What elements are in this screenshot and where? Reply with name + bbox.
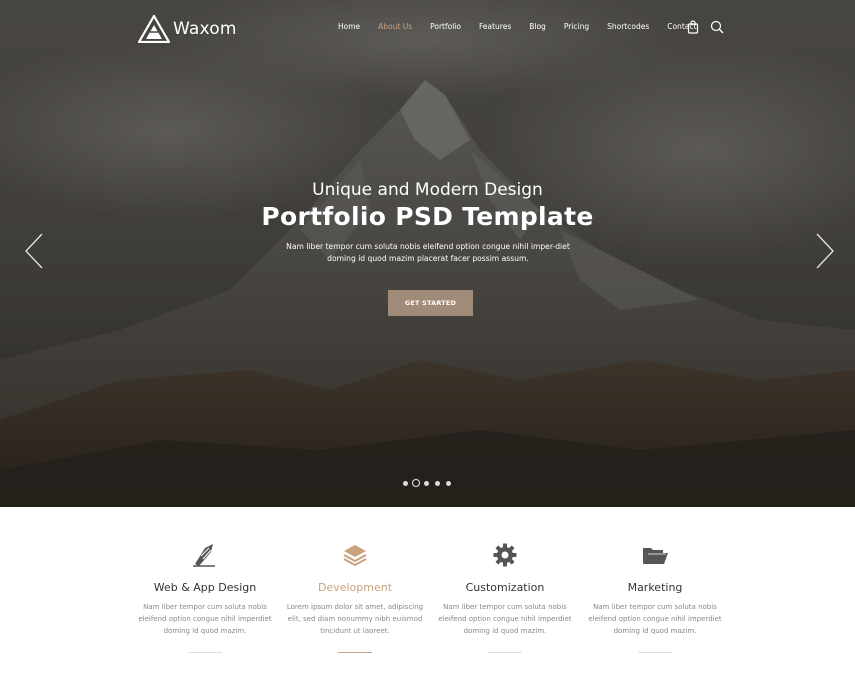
slider-dot-5[interactable]	[446, 480, 451, 486]
nav-home[interactable]: Home	[338, 22, 360, 31]
service-title: Web & App Design	[153, 581, 257, 594]
slide-description: Nam liber tempor cum soluta nobis eleife…	[286, 242, 570, 263]
service-marketing[interactable]: Marketing Nam liber tempor cum soluta no…	[580, 540, 730, 658]
main-nav: Home About Us Portfolio Features Blog Pr…	[338, 22, 714, 31]
service-divider	[638, 652, 672, 653]
nav-shortcodes[interactable]: Shortcodes	[607, 22, 649, 31]
get-started-button[interactable]: GET STARTED	[388, 290, 473, 316]
folder-icon	[643, 548, 668, 564]
service-title: Customization	[465, 581, 545, 594]
nav-about-us[interactable]: About Us	[378, 22, 412, 31]
cart-icon[interactable]	[686, 20, 700, 34]
nav-blog[interactable]: Blog	[529, 22, 546, 31]
slider-dot-3[interactable]	[424, 480, 429, 486]
logo-text: Waxom	[173, 19, 237, 39]
service-divider	[338, 652, 372, 653]
slider-pagination	[403, 479, 457, 487]
gear-icon	[493, 543, 517, 567]
logo-triangle-icon	[138, 15, 170, 43]
service-divider	[188, 652, 222, 653]
service-title: Marketing	[627, 581, 683, 594]
service-title: Development	[317, 581, 393, 594]
nav-pricing[interactable]: Pricing	[564, 22, 589, 31]
slide-subtitle: Unique and Modern Design	[312, 180, 543, 200]
nav-portfolio[interactable]: Portfolio	[430, 22, 461, 31]
slide-title: Portfolio PSD Template	[261, 202, 594, 231]
next-slide-arrow-icon[interactable]	[815, 232, 835, 270]
top-header: Waxom Home About Us Portfolio Features B…	[0, 0, 855, 58]
slider-dot-2[interactable]	[412, 479, 420, 487]
service-text: Nam liber tempor cum soluta nobis eleife…	[588, 603, 722, 635]
layers-icon	[343, 545, 367, 567]
services-section: Web & App Design Nam liber tempor cum so…	[130, 540, 730, 658]
service-text: Lorem ipsum dolor sit amet, adipiscing e…	[286, 603, 424, 635]
search-icon[interactable]	[710, 20, 724, 34]
service-text: Nam liber tempor cum soluta nobis eleife…	[438, 603, 572, 635]
slider-dot-1[interactable]	[403, 480, 408, 486]
service-development[interactable]: Development Lorem ipsum dolor sit amet, …	[280, 540, 430, 658]
service-web-app-design[interactable]: Web & App Design Nam liber tempor cum so…	[130, 540, 280, 658]
hero-slider: Waxom Home About Us Portfolio Features B…	[0, 0, 855, 507]
service-text: Nam liber tempor cum soluta nobis eleife…	[138, 603, 272, 635]
slider-dot-4[interactable]	[435, 480, 440, 486]
service-customization[interactable]: Customization Nam liber tempor cum solut…	[430, 540, 580, 658]
pen-icon	[193, 544, 215, 567]
service-divider	[488, 652, 522, 653]
prev-slide-arrow-icon[interactable]	[24, 232, 44, 270]
logo[interactable]: Waxom	[138, 14, 237, 44]
nav-features[interactable]: Features	[479, 22, 511, 31]
